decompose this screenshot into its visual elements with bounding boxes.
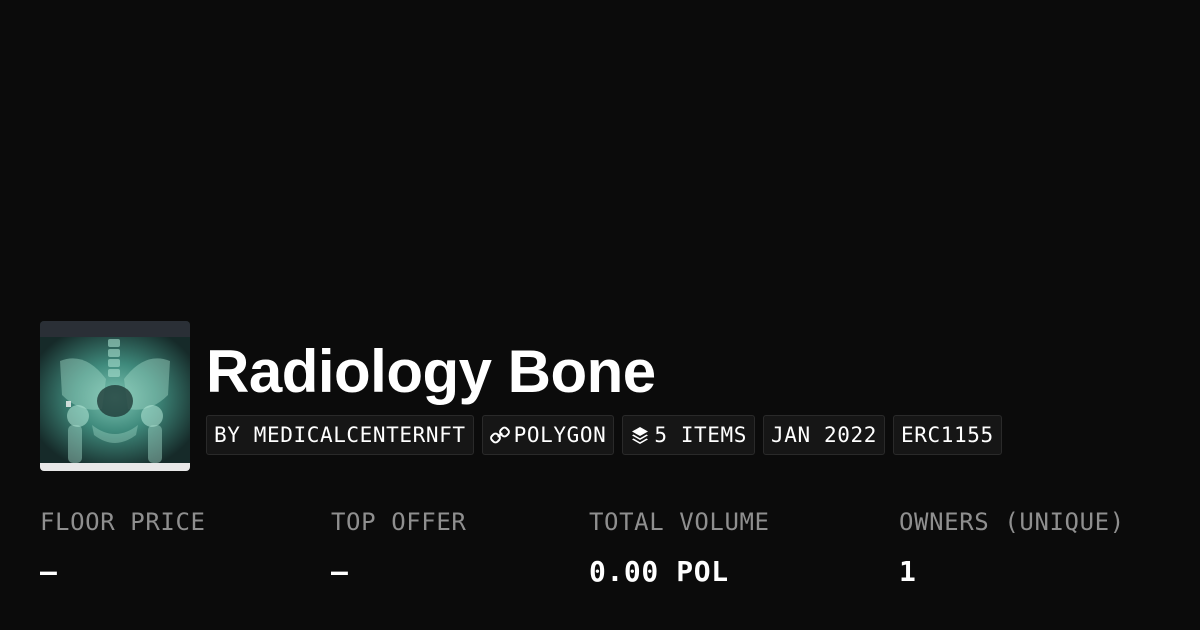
standard-badge: ERC1155 (892, 415, 1002, 455)
date-badge-label: JAN 2022 (771, 423, 877, 447)
date-badge: JAN 2022 (763, 415, 885, 455)
items-badge[interactable]: 5 ITEMS (622, 415, 756, 455)
stat-label: TOTAL VOLUME (589, 508, 770, 536)
stat-floor-price: FLOOR PRICE – (40, 505, 206, 589)
chain-badge[interactable]: POLYGON (481, 415, 615, 455)
stat-total-volume: TOTAL VOLUME 0.00 POL (589, 505, 770, 589)
creator-badge-label: BY MEDICALCENTERNFT (214, 423, 466, 447)
stat-label: FLOOR PRICE (40, 508, 206, 536)
og-card: Radiology Bone BY MEDICALCENTERNFT POLYG… (0, 0, 1200, 630)
chain-badge-label: POLYGON (513, 423, 607, 447)
collection-thumbnail (40, 321, 190, 471)
standard-badge-label: ERC1155 (900, 423, 994, 447)
chain-link-icon (489, 425, 510, 445)
xray-image (40, 321, 190, 471)
stat-owners: OWNERS (UNIQUE) 1 (899, 505, 1125, 589)
stat-top-offer: TOP OFFER – (331, 505, 466, 589)
stat-value: 0.00 POL (589, 555, 729, 588)
items-badge-label: 5 ITEMS (654, 423, 748, 447)
layers-icon (630, 425, 650, 445)
stat-label: TOP OFFER (331, 508, 467, 536)
stat-value: 1 (899, 555, 917, 588)
collection-title: Radiology Bone (206, 338, 656, 405)
collection-badges: BY MEDICALCENTERNFT POLYGON 5 ITEMS JAN … (206, 415, 1002, 455)
stat-value: – (40, 555, 58, 588)
stat-label: OWNERS (UNIQUE) (899, 508, 1125, 536)
stat-value: – (331, 555, 349, 588)
creator-badge[interactable]: BY MEDICALCENTERNFT (206, 415, 474, 455)
